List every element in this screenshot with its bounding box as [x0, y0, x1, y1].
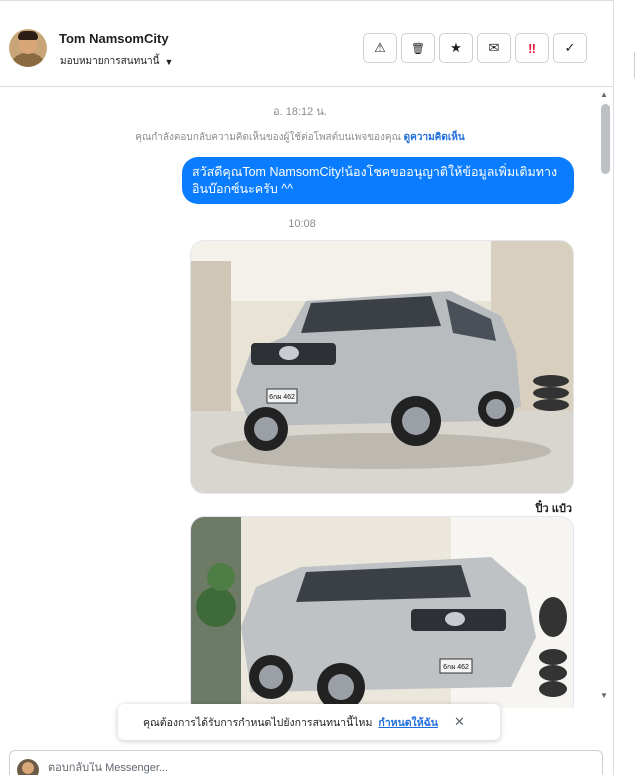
- scroll-down-arrow-icon[interactable]: ▼: [600, 691, 608, 700]
- timestamp: 10:08: [288, 218, 316, 230]
- reply-context-notice: คุณกำลังตอบกลับความคิดเห็นของผู้ใช้ต่อโพ…: [0, 130, 600, 145]
- header-actions: ⚠ 🗑 ★ ✉ ‼ ✓: [363, 33, 587, 63]
- assign-dropdown[interactable]: มอบหมายการสนทนานี้ ▼: [60, 54, 173, 69]
- envelope-open-icon: ✉: [488, 40, 500, 55]
- avatar[interactable]: [9, 29, 47, 67]
- assign-label: มอบหมายการสนทนานี้: [60, 56, 160, 67]
- car-photo[interactable]: 6กผ 462: [190, 240, 574, 494]
- view-comment-link[interactable]: ดูความคิดเห็น: [404, 132, 465, 143]
- toast-text: คุณต้องการได้รับการกำหนดไปยังการสนทนานี้…: [143, 716, 373, 729]
- assign-to-me-link[interactable]: กำหนดให้ฉัน: [378, 714, 438, 731]
- contact-name[interactable]: Tom NamsomCity: [59, 31, 169, 46]
- photo-caption: ปิ๋ว แป๋ว: [535, 503, 572, 515]
- star-icon: ★: [450, 40, 462, 55]
- message-thread[interactable]: อ. 18:12 น. คุณกำลังตอบกลับความคิดเห็นขอ…: [0, 88, 613, 708]
- scrollbar-thumb[interactable]: [601, 104, 610, 174]
- mark-unread-button[interactable]: ✉: [477, 33, 511, 63]
- delete-button[interactable]: 🗑: [401, 33, 435, 63]
- star-button[interactable]: ★: [439, 33, 473, 63]
- mark-done-button[interactable]: ✓: [553, 33, 587, 63]
- timestamp: อ. 18:12 น.: [273, 106, 327, 118]
- assign-prompt-toast: คุณต้องการได้รับการกำหนดไปยังการสนทนานี้…: [118, 704, 500, 740]
- plate-text: 6กผ 462: [443, 664, 469, 671]
- conversation-header: Tom NamsomCity มอบหมายการสนทนานี้ ▼ ⚠ 🗑 …: [0, 0, 613, 87]
- car-photo-image: 6กผ 462: [191, 241, 573, 493]
- reply-box: [9, 750, 603, 775]
- spam-button[interactable]: ‼: [515, 33, 549, 63]
- scroll-up-arrow-icon[interactable]: ▲: [600, 90, 608, 99]
- check-icon: ✓: [564, 40, 576, 55]
- avatar: [17, 759, 39, 775]
- spam-icon: ‼: [528, 40, 536, 56]
- outgoing-message[interactable]: สวัสดีคุณTom NamsomCity!น้องโชคขออนุญาติ…: [182, 157, 574, 204]
- car-photo-image: 6กผ 462: [191, 517, 573, 708]
- close-icon[interactable]: ✕: [454, 714, 465, 730]
- report-button[interactable]: ⚠: [363, 33, 397, 63]
- trash-icon: 🗑: [411, 42, 425, 55]
- car-photo[interactable]: 6กผ 462: [190, 516, 574, 708]
- reply-input[interactable]: [48, 762, 348, 774]
- notice-text: คุณกำลังตอบกลับความคิดเห็นของผู้ใช้ต่อโพ…: [135, 132, 401, 143]
- warning-icon: ⚠: [374, 40, 386, 55]
- caret-down-icon: ▼: [164, 56, 174, 67]
- plate-text: 6กผ 462: [269, 394, 295, 401]
- adjacent-panel-edge: [613, 0, 635, 775]
